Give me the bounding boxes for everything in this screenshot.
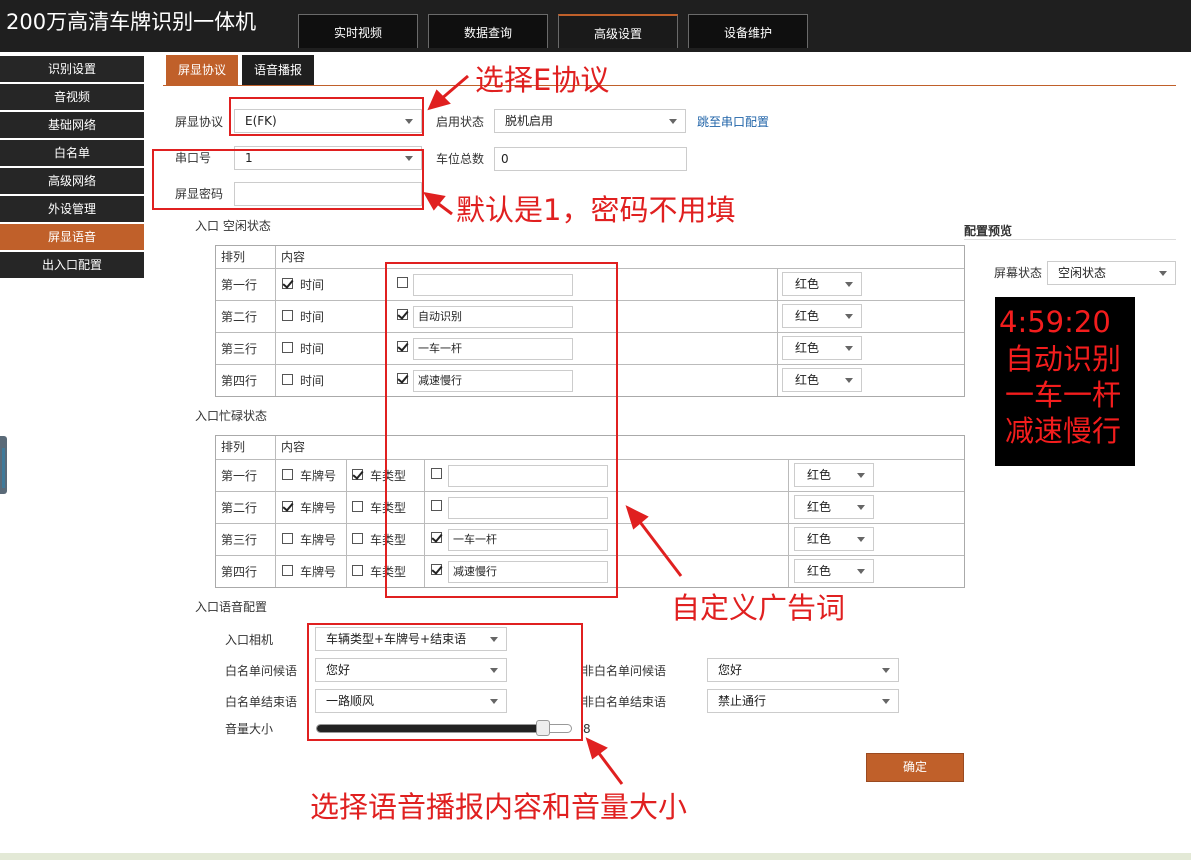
arrow-icon	[439, 74, 469, 102]
annotation-arrows	[423, 74, 683, 785]
arrow-head-icon	[585, 737, 608, 760]
arrow-icon	[596, 751, 624, 785]
arrow-icon	[638, 521, 683, 577]
footer-bar	[0, 853, 1191, 860]
